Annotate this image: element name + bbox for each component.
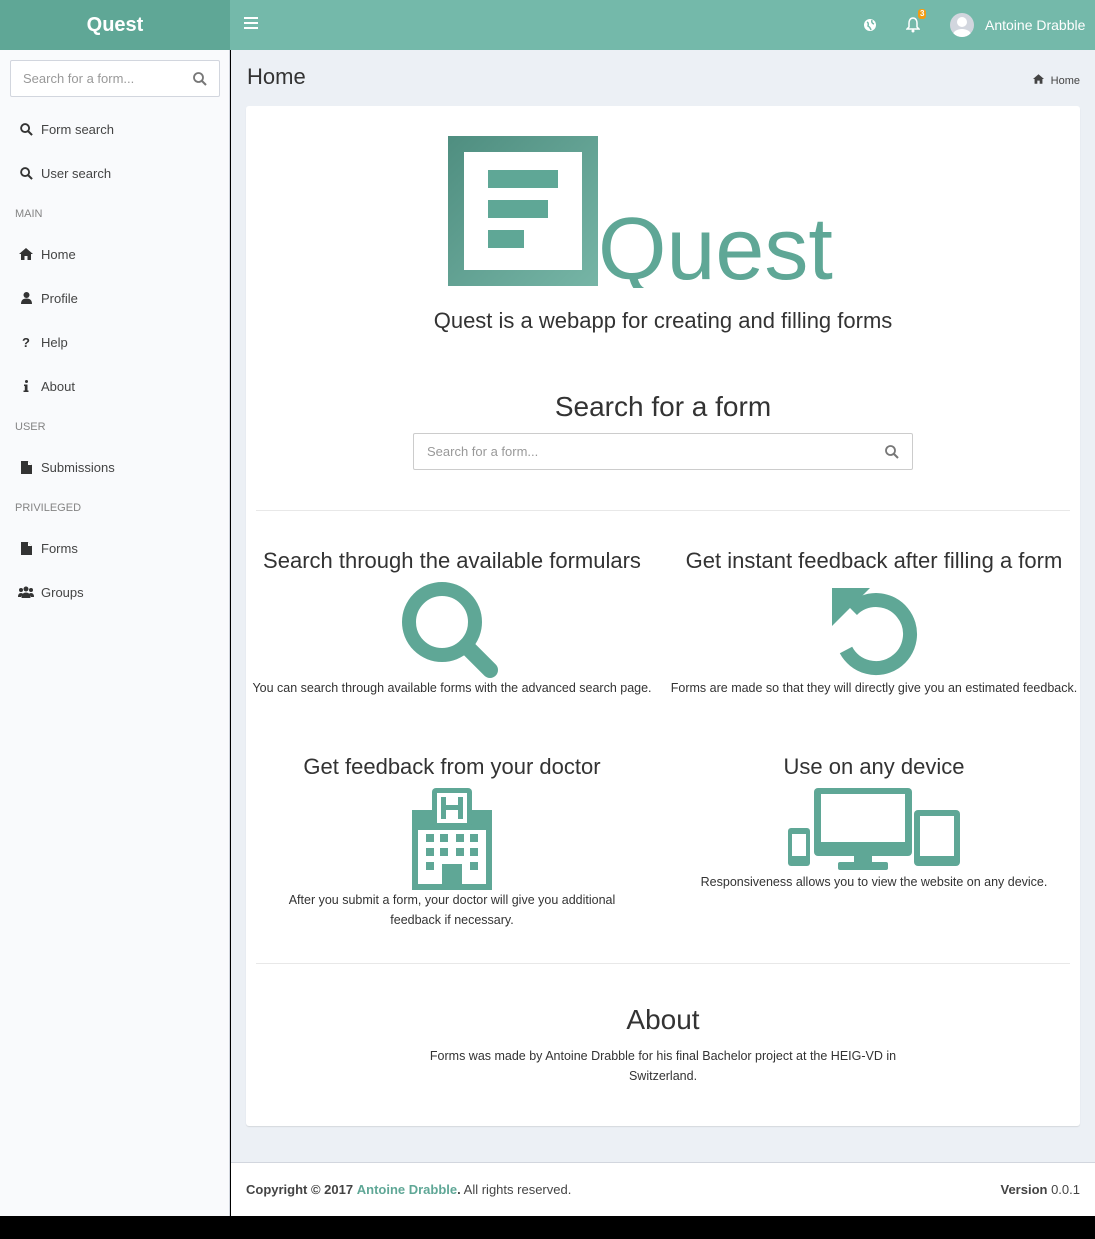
rights-text: All rights reserved.	[463, 1182, 572, 1197]
home-panel: Quest Quest is a webapp for creating and…	[246, 106, 1080, 1126]
user-icon	[18, 290, 34, 306]
sidebar-item-label: Submissions	[41, 459, 115, 475]
search-icon[interactable]	[193, 72, 207, 86]
file-icon	[18, 459, 34, 475]
avatar[interactable]	[950, 13, 974, 37]
content-wrapper: Home Home Quest Quest is a webapp for cr…	[231, 50, 1095, 1162]
sidebar-toggle-icon[interactable]	[244, 17, 258, 31]
sidebar-section-header: USER	[15, 421, 46, 433]
divider	[256, 510, 1070, 511]
search-section-title: Search for a form	[554, 391, 772, 422]
sidebar-item-label: Groups	[41, 584, 84, 600]
version-label: Version	[1000, 1182, 1048, 1197]
sidebar-search-input[interactable]	[11, 61, 181, 96]
sidebar-item-user-search[interactable]: User search	[0, 151, 229, 195]
search-icon[interactable]	[885, 445, 899, 459]
sidebar-item-label: Help	[41, 334, 68, 350]
main-search	[413, 433, 913, 470]
copyright: Copyright © 2017 Antoine Drabble. All ri…	[246, 1182, 572, 1197]
breadcrumb-home-link[interactable]: Home	[1051, 75, 1080, 87]
user-avatar-icon	[953, 17, 971, 37]
sidebar-search	[10, 60, 220, 97]
question-icon: ?	[22, 334, 30, 350]
sidebar-item-profile[interactable]: Profile	[0, 276, 229, 320]
feature-title: Use on any device	[783, 754, 965, 779]
search-icon	[18, 165, 34, 181]
hospital-icon	[412, 788, 492, 890]
sidebar-item-forms[interactable]: Forms	[0, 526, 229, 570]
feature-instant-feedback: Get instant feedback after filling a for…	[669, 548, 1079, 698]
breadcrumb[interactable]: Home	[1032, 74, 1080, 87]
search-icon	[18, 121, 34, 137]
divider	[256, 963, 1070, 964]
sidebar-item-label: User search	[41, 165, 112, 181]
info-icon	[18, 378, 34, 394]
home-icon	[18, 246, 34, 262]
app-logo[interactable]: Quest	[0, 0, 230, 50]
notification-count-badge: 3	[918, 9, 927, 19]
feature-any-device: Use on any device Responsiveness allows …	[669, 754, 1079, 892]
sidebar-item-help[interactable]: ? Help	[0, 320, 229, 364]
sidebar-section-header: MAIN	[15, 208, 43, 220]
feature-title: Get instant feedback after filling a for…	[685, 548, 1063, 573]
sidebar-item-label: Profile	[41, 290, 78, 306]
globe-icon[interactable]	[863, 18, 877, 32]
undo-icon	[832, 588, 918, 676]
sidebar-item-home[interactable]: Home	[0, 232, 229, 276]
feature-title: Search through the available formulars	[263, 548, 641, 573]
copyright-prefix: Copyright © 2017	[246, 1182, 354, 1197]
devices-icon	[788, 788, 960, 870]
sidebar-item-label: Form search	[41, 121, 114, 137]
sidebar-section-header: PRIVILEGED	[15, 502, 82, 514]
author-link[interactable]: Antoine Drabble	[357, 1182, 457, 1197]
sidebar-item-about[interactable]: About	[0, 364, 229, 408]
sidebar-item-submissions[interactable]: Submissions	[0, 445, 229, 489]
feature-doctor-feedback: Get feedback from your doctor After you …	[247, 754, 657, 930]
feature-text: After you submit a form, your doctor wil…	[288, 893, 616, 927]
tagline: Quest is a webapp for creating and filli…	[433, 308, 893, 333]
feature-text: Responsiveness allows you to view the we…	[700, 875, 1048, 889]
user-menu-name[interactable]: Antoine Drabble	[985, 17, 1085, 33]
feature-title: Get feedback from your doctor	[303, 754, 601, 779]
top-navbar: 3 Antoine Drabble	[230, 0, 1095, 50]
sidebar-item-form-search[interactable]: Form search	[0, 107, 229, 151]
file-icon	[18, 540, 34, 556]
quest-logo-word: Quest	[598, 199, 833, 288]
sidebar: Form search User search MAIN Home Profil…	[0, 50, 230, 1216]
quest-logo: Quest	[448, 136, 833, 288]
main-search-input[interactable]	[414, 434, 864, 469]
page-title: Home	[247, 64, 306, 89]
about-title: About	[626, 1004, 700, 1035]
feature-search: Search through the available formulars Y…	[247, 548, 657, 698]
version: Version 0.0.1	[1000, 1182, 1080, 1197]
users-icon	[18, 584, 34, 600]
bottom-bar	[0, 1216, 1095, 1239]
about-text: Forms was made by Antoine Drabble for hi…	[429, 1049, 897, 1083]
notifications-button[interactable]: 3	[905, 9, 927, 33]
bell-icon	[905, 17, 921, 33]
sidebar-item-label: Home	[41, 246, 76, 262]
feature-text: You can search through available forms w…	[252, 681, 652, 695]
sidebar-item-groups[interactable]: Groups	[0, 570, 229, 614]
home-icon	[1032, 74, 1044, 87]
search-icon	[402, 582, 498, 678]
footer: Copyright © 2017 Antoine Drabble. All ri…	[231, 1162, 1095, 1216]
sidebar-item-label: About	[41, 378, 75, 394]
sidebar-item-label: Forms	[41, 540, 78, 556]
version-number: 0.0.1	[1051, 1182, 1080, 1197]
feature-text: Forms are made so that they will directl…	[670, 681, 1078, 695]
